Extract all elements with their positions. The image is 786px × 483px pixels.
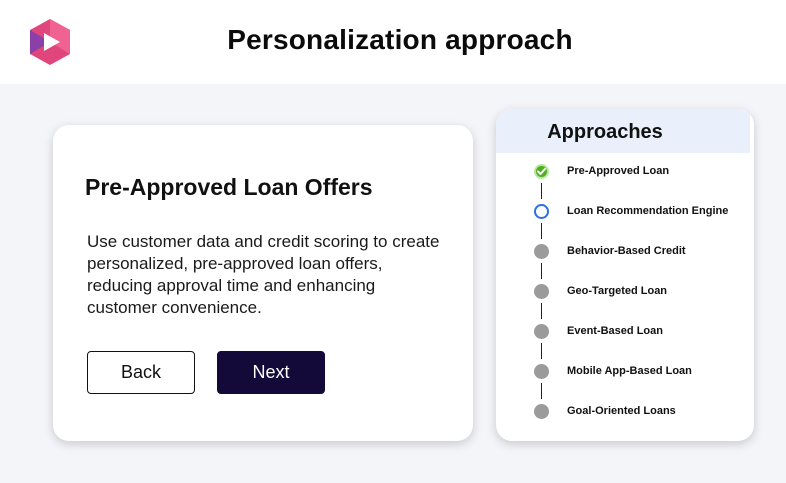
approach-step-mobile-app-based-loan[interactable]: Mobile App-Based Loan xyxy=(532,362,752,382)
step-connector xyxy=(541,263,542,279)
approach-step-label: Geo-Targeted Loan xyxy=(567,285,668,297)
step-connector xyxy=(541,223,542,239)
approaches-panel-title: Approaches xyxy=(547,121,663,143)
approach-detail-title: Pre-Approved Loan Offers xyxy=(85,174,373,200)
header-bar: Personalization approach xyxy=(0,0,786,84)
approach-step-loan-recommendation-engine[interactable]: Loan Recommendation Engine xyxy=(532,202,752,222)
back-button[interactable]: Back xyxy=(87,351,195,394)
approach-step-pre-approved-loan[interactable]: Pre-Approved Loan xyxy=(532,162,752,182)
approach-step-event-based-loan[interactable]: Event-Based Loan xyxy=(532,322,752,342)
pending-step-circle-icon xyxy=(534,244,549,259)
approach-detail-card: Pre-Approved Loan Offers Use customer da… xyxy=(53,125,473,441)
approach-step-behavior-based-credit[interactable]: Behavior-Based Credit xyxy=(532,242,752,262)
approaches-panel-header: Approaches xyxy=(496,109,750,153)
approach-detail-description: Use customer data and credit scoring to … xyxy=(87,232,440,317)
step-connector xyxy=(541,303,542,319)
pending-step-circle-icon xyxy=(534,404,549,419)
approach-step-label: Pre-Approved Loan xyxy=(567,165,670,177)
step-connector xyxy=(541,183,542,199)
approach-step-label: Mobile App-Based Loan xyxy=(567,365,692,377)
page-title: Personalization approach xyxy=(227,24,573,55)
step-connector xyxy=(541,343,542,359)
approach-step-goal-oriented-loans[interactable]: Goal-Oriented Loans xyxy=(532,402,752,422)
pending-step-circle-icon xyxy=(534,364,549,379)
approach-step-label: Event-Based Loan xyxy=(567,325,663,337)
current-step-circle-icon xyxy=(534,204,549,219)
step-connector xyxy=(541,383,542,399)
approach-step-label: Goal-Oriented Loans xyxy=(567,405,676,417)
check-circle-icon xyxy=(534,164,549,179)
approach-step-label: Behavior-Based Credit xyxy=(567,245,686,257)
approach-step-geo-targeted-loan[interactable]: Geo-Targeted Loan xyxy=(532,282,752,302)
approaches-panel: Approaches Pre-Approved Loan Loan Recomm… xyxy=(496,109,754,441)
approach-step-label: Loan Recommendation Engine xyxy=(567,205,729,217)
next-button[interactable]: Next xyxy=(217,351,325,394)
pending-step-circle-icon xyxy=(534,284,549,299)
pending-step-circle-icon xyxy=(534,324,549,339)
